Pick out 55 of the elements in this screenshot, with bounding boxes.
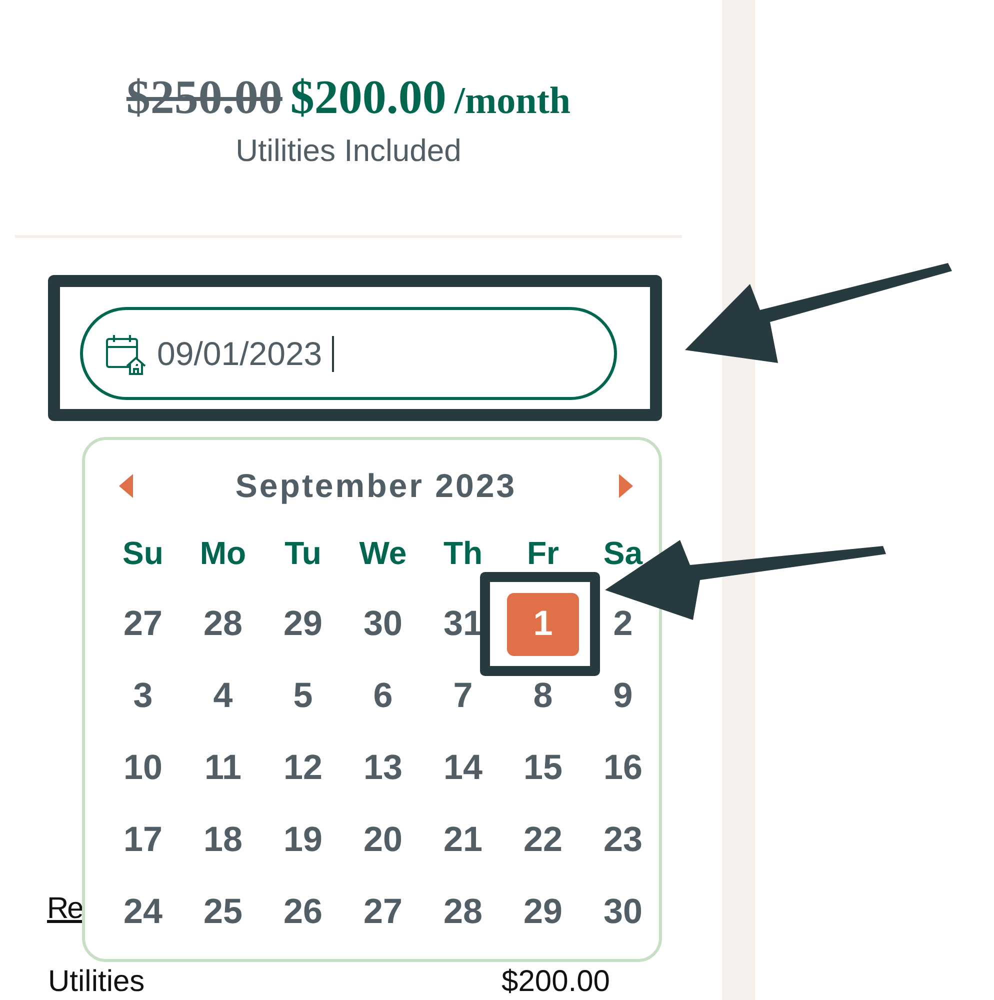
date-field[interactable]: 09/01/2023 [80, 307, 617, 400]
calendar-day[interactable]: 27 [364, 892, 402, 932]
calendar-day[interactable]: 15 [524, 748, 562, 788]
price-note: Utilities Included [234, 133, 462, 169]
weekday-label: Mo [198, 534, 248, 572]
calendar-day[interactable]: 4 [213, 676, 233, 716]
calendar-day[interactable]: 28 [444, 892, 482, 932]
calendar-day[interactable]: 21 [444, 820, 482, 860]
weekday-label: Sa [602, 534, 644, 572]
calendar-house-icon [105, 332, 147, 374]
calendar-day[interactable]: 18 [204, 820, 242, 860]
calendar-day[interactable]: 30 [364, 604, 402, 644]
calendar-day[interactable]: 2 [613, 604, 633, 644]
calendar-day[interactable]: 23 [604, 820, 642, 860]
next-month-icon[interactable] [618, 474, 633, 498]
calendar-day[interactable]: 11 [204, 748, 242, 788]
current-price: $200.00 [290, 70, 446, 125]
calendar-day[interactable]: 5 [293, 676, 313, 716]
calendar-day[interactable]: 31 [444, 604, 482, 644]
price-period: /month [454, 79, 571, 123]
calendar-day[interactable]: 26 [284, 892, 322, 932]
summary-amount: $200.00 [502, 965, 610, 999]
previous-month-icon[interactable] [119, 474, 133, 498]
calendar-day[interactable]: 29 [524, 892, 562, 932]
weekday-label: Tu [284, 534, 322, 572]
calendar-day[interactable]: 16 [604, 748, 642, 788]
date-value: 09/01/2023 [157, 334, 322, 372]
calendar-day[interactable]: 20 [364, 820, 402, 860]
text-cursor [332, 336, 334, 372]
calendar-day[interactable]: 13 [364, 748, 402, 788]
calendar-day[interactable]: 3 [133, 676, 153, 716]
calendar-day[interactable]: 22 [524, 820, 562, 860]
weekday-label: Fr [526, 534, 560, 572]
calendar-day[interactable]: 14 [444, 748, 482, 788]
calendar-day[interactable]: 19 [284, 820, 322, 860]
summary-label: Utilities [48, 965, 145, 999]
calendar-day[interactable]: 8 [533, 676, 553, 716]
weekday-label: We [358, 534, 408, 572]
calendar-day[interactable]: 7 [453, 676, 473, 716]
calendar-day[interactable]: 30 [604, 892, 642, 932]
calendar-day[interactable]: 10 [124, 748, 162, 788]
calendar-day[interactable]: 25 [204, 892, 242, 932]
calendar-day[interactable]: 29 [284, 604, 322, 644]
calendar-day[interactable]: 17 [124, 820, 162, 860]
calendar-day[interactable]: 28 [204, 604, 242, 644]
weekday-label: Su [122, 534, 164, 572]
original-price: $250.00 [126, 70, 282, 125]
month-title: September 2023 [235, 467, 517, 505]
link[interactable]: Re [47, 891, 82, 927]
calendar-day[interactable]: 12 [284, 748, 322, 788]
calendar-day[interactable]: 9 [613, 676, 633, 716]
calendar-day[interactable]: 27 [124, 604, 162, 644]
calendar-day[interactable]: 24 [124, 892, 162, 932]
weekday-label: Th [442, 534, 484, 572]
calendar-day[interactable]: 6 [373, 676, 393, 716]
